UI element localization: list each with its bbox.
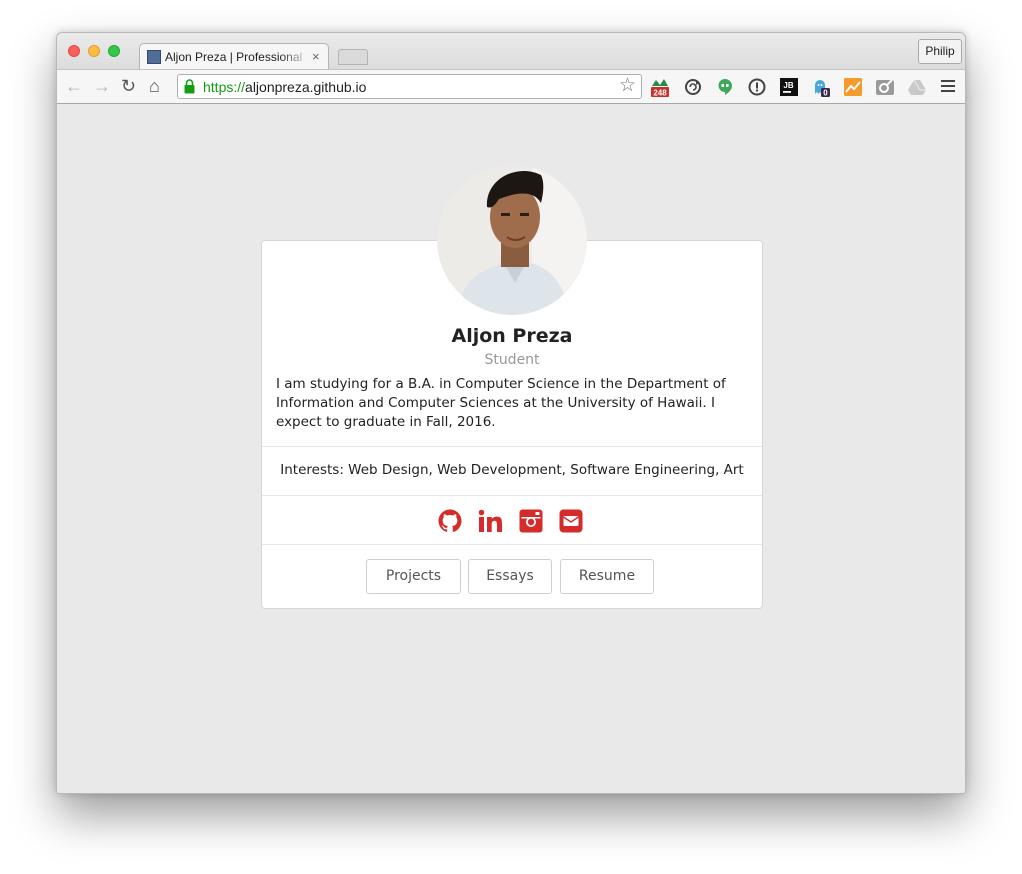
profile-interests: Interests: Web Design, Web Development, … <box>280 462 744 478</box>
favicon-icon <box>147 50 161 64</box>
tab-close-icon[interactable]: × <box>312 49 320 65</box>
page-viewport: Aljon Preza Student I am studying for a … <box>57 104 965 793</box>
back-arrow-icon[interactable]: ← <box>65 76 83 96</box>
forward-arrow-icon[interactable]: → <box>93 76 111 96</box>
linkedin-icon[interactable] <box>478 509 502 533</box>
title-bar: Aljon Preza | Professional Portfolio × P… <box>57 33 965 70</box>
projects-button[interactable]: Projects <box>366 559 461 594</box>
extension-calendar-icon[interactable]: 248 <box>650 77 670 97</box>
divider <box>262 446 762 447</box>
extension-tools-icon[interactable] <box>875 77 895 97</box>
extension-sync-icon[interactable] <box>683 77 703 97</box>
toolbar: ← → ↻ ⌂ https://aljonpreza.github.io ☆ 2… <box>57 69 965 104</box>
zoom-window-button[interactable] <box>108 45 120 57</box>
svg-text:JB: JB <box>783 81 793 90</box>
essays-button[interactable]: Essays <box>468 559 552 594</box>
instagram-icon[interactable] <box>519 509 543 533</box>
extension-hangouts-icon[interactable] <box>715 77 735 97</box>
minimize-window-button[interactable] <box>88 45 100 57</box>
profile-name: Aljon Preza <box>451 325 573 347</box>
divider <box>262 495 762 496</box>
url-text: https://aljonpreza.github.io <box>203 79 366 95</box>
github-icon[interactable] <box>438 509 462 533</box>
extension-badge: 0 <box>823 89 828 98</box>
divider <box>262 544 762 545</box>
extension-badge: 248 <box>653 89 667 98</box>
extension-analytics-icon[interactable] <box>843 77 863 97</box>
extension-info-icon[interactable] <box>747 77 767 97</box>
home-icon[interactable]: ⌂ <box>149 76 160 96</box>
lock-icon <box>184 79 195 94</box>
avatar <box>437 165 587 315</box>
url-host: aljonpreza.github.io <box>245 79 367 95</box>
extension-jetbrains-icon[interactable]: JB <box>779 77 799 97</box>
address-bar[interactable]: https://aljonpreza.github.io ☆ <box>177 74 642 99</box>
menu-icon[interactable] <box>941 80 955 95</box>
browser-window: Aljon Preza | Professional Portfolio × P… <box>56 32 966 794</box>
tab-active[interactable]: Aljon Preza | Professional Portfolio × <box>139 43 329 70</box>
profile-role: Student <box>484 352 540 368</box>
profile-button[interactable]: Philip <box>918 39 962 64</box>
close-window-button[interactable] <box>68 45 80 57</box>
reload-icon[interactable]: ↻ <box>121 76 136 96</box>
url-scheme: https:// <box>203 79 246 95</box>
extension-ghostery-icon[interactable]: 0 <box>811 77 831 97</box>
resume-button[interactable]: Resume <box>560 559 654 594</box>
new-tab-button[interactable] <box>338 49 368 65</box>
email-icon[interactable] <box>559 509 583 533</box>
tab-title-fade <box>280 48 310 66</box>
extension-drive-icon[interactable] <box>907 77 927 97</box>
bookmark-star-icon[interactable]: ☆ <box>619 76 636 96</box>
profile-bio: I am studying for a B.A. in Computer Sci… <box>276 376 726 430</box>
